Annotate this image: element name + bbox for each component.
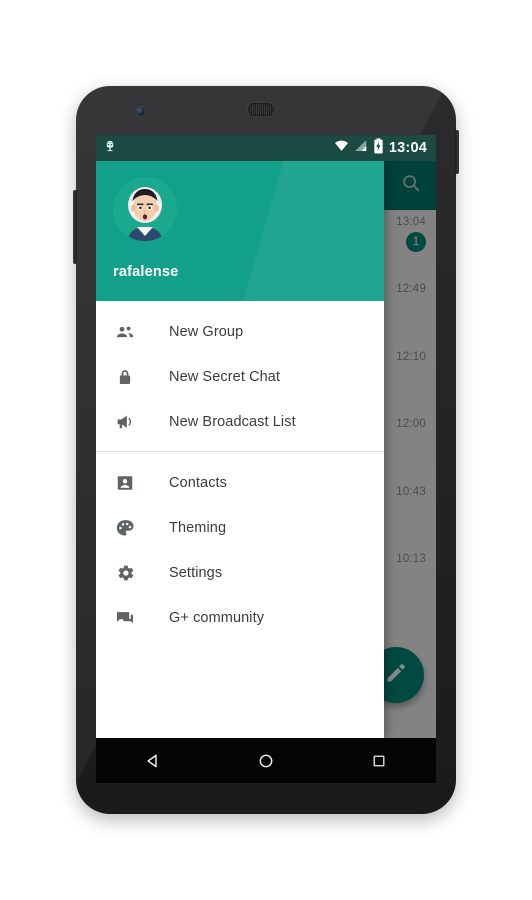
menu-item-label: New Secret Chat [169,368,281,385]
volume-rocker-button[interactable] [73,190,77,264]
android-navigation-bar [96,738,436,783]
status-bar-indicators: 13:04 [334,137,436,159]
menu-item-new-group[interactable]: New Group [96,309,384,354]
status-bar: 13:04 [96,135,436,161]
palette-icon [113,516,137,540]
front-camera-icon [136,107,145,116]
avatar[interactable] [113,177,177,241]
recents-square-icon[interactable] [355,738,403,783]
group-people-icon [113,320,137,344]
menu-item-g-plus-community[interactable]: G+ community [96,595,384,640]
menu-item-settings[interactable]: Settings [96,550,384,595]
menu-item-label: New Group [169,323,244,340]
earpiece-speaker [248,103,274,116]
drawer-menu-group-secondary: Contacts Theming Settings G+ community [96,459,384,647]
proximity-sensor [376,109,382,114]
power-button[interactable] [455,130,459,174]
phone-top-bezel [76,86,456,135]
gear-icon [113,561,137,585]
account-box-icon [113,471,137,495]
menu-item-label: New Broadcast List [169,413,296,430]
drawer-header: rafalense [96,161,384,301]
megaphone-icon [113,410,137,434]
battery-charging-icon [373,137,384,159]
drawer-menu: New Group New Secret Chat New Broadcast … [96,301,384,738]
forum-icon [113,606,137,630]
menu-item-new-secret-chat[interactable]: New Secret Chat [96,354,384,399]
light-sensor [389,109,397,112]
home-circle-icon[interactable] [242,738,290,783]
lock-icon [113,365,137,389]
status-bar-notifications [96,139,117,158]
phone-device: 13:04 1 12:49 12:10 12:00 10:43 10:13 ra… [73,86,459,814]
menu-item-label: Contacts [169,474,228,491]
profile-name: rafalense [113,264,179,280]
menu-item-label: Theming [169,519,227,536]
cellular-signal-icon [354,139,368,158]
app-notification-icon [103,139,117,158]
status-bar-clock: 13:04 [388,140,427,156]
back-triangle-icon[interactable] [129,738,177,783]
menu-divider [96,451,384,452]
menu-item-theming[interactable]: Theming [96,505,384,550]
menu-item-new-broadcast-list[interactable]: New Broadcast List [96,399,384,444]
navigation-drawer: rafalense New Group New Secret Chat New … [96,161,384,738]
drawer-menu-group-primary: New Group New Secret Chat New Broadcast … [96,308,384,451]
phone-screen: 13:04 1 12:49 12:10 12:00 10:43 10:13 ra… [96,135,436,738]
menu-item-contacts[interactable]: Contacts [96,460,384,505]
wifi-icon [334,138,349,158]
menu-item-label: Settings [169,564,223,581]
menu-item-label: G+ community [169,609,265,626]
